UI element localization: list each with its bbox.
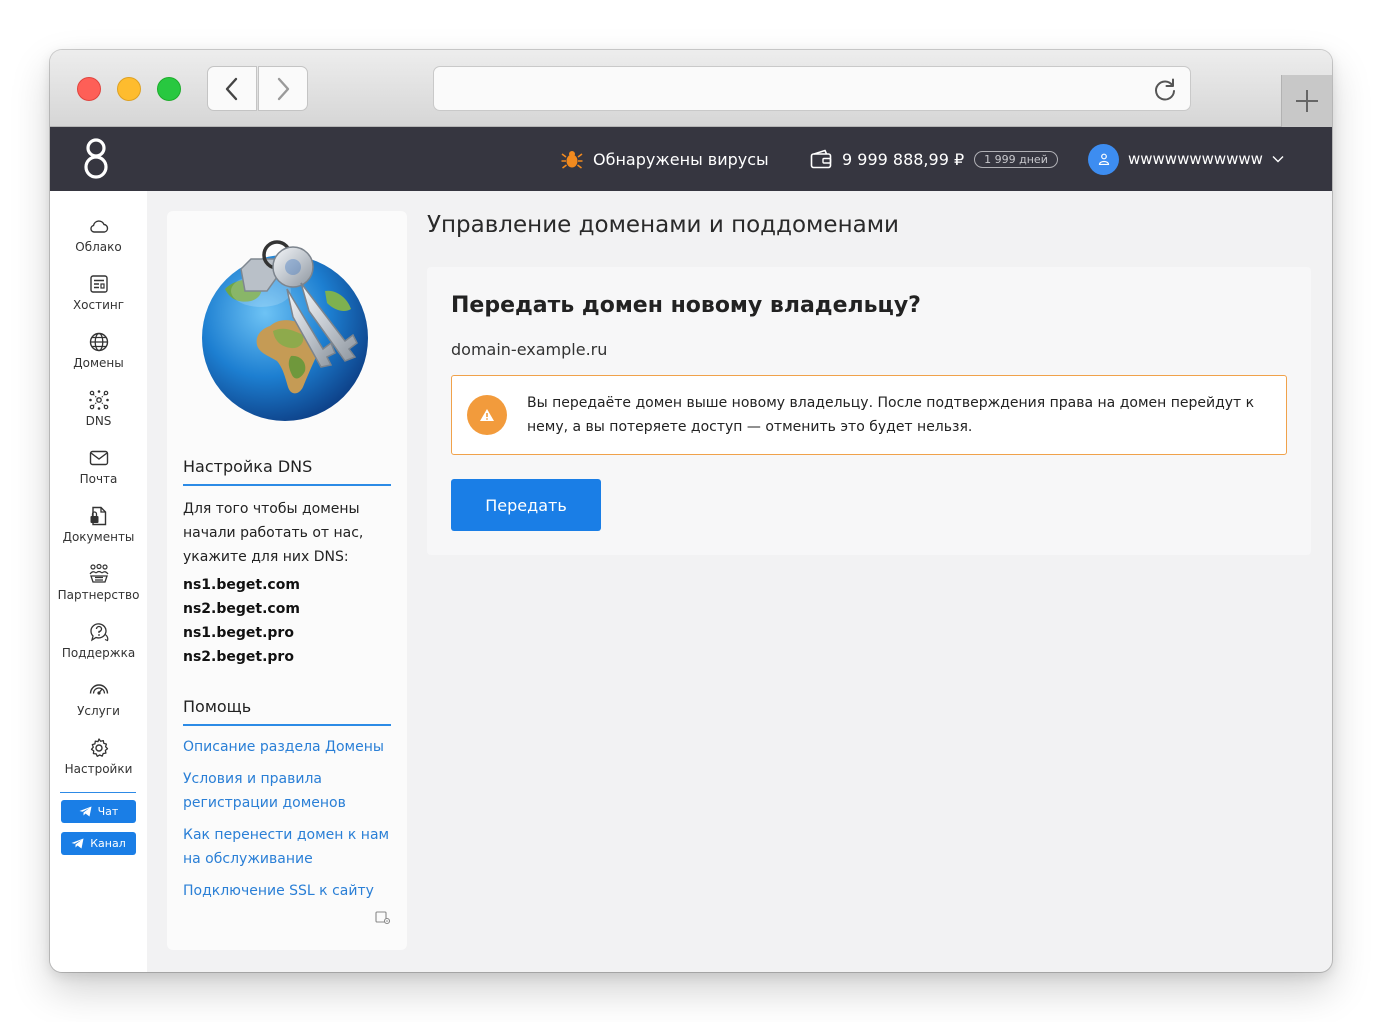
help-link-registration-rules[interactable]: Условия и правила регистрации доменов: [183, 767, 393, 815]
plus-icon: [1296, 90, 1318, 112]
balance-widget[interactable]: 9 999 888,99 ₽ 1 999 дней: [810, 147, 1058, 171]
back-button[interactable]: [207, 66, 257, 111]
close-window-button[interactable]: [77, 77, 101, 101]
globe-with-keys-illustration: [202, 240, 368, 421]
site-header: Обнаружены вирусы 9 999 888,99 ₽ 1 999 д…: [50, 127, 1332, 191]
nameserver-2: ns2.beget.com: [183, 601, 300, 617]
browser-window: Обнаружены вирусы 9 999 888,99 ₽ 1 999 д…: [50, 50, 1332, 972]
beget-logo-icon[interactable]: [80, 137, 112, 181]
balance-amount: 9 999 888,99 ₽: [842, 149, 965, 169]
sidebar-item-label: Хостинг: [72, 298, 125, 312]
domain-name: domain-example.ru: [451, 340, 608, 359]
address-bar[interactable]: [433, 66, 1191, 111]
sidebar-item-label: Домены: [73, 356, 124, 370]
sidebar-nav: Облако Хостинг Домены DNS Почта Документ…: [50, 191, 147, 972]
support-icon: [89, 623, 108, 642]
help-link-ssl[interactable]: Подключение SSL к сайту: [183, 879, 393, 903]
sidebar-item-services[interactable]: Услуги: [50, 679, 147, 735]
services-icon: [89, 684, 108, 695]
warning-text: Вы передаёте домен выше новому владельцу…: [527, 395, 1255, 435]
dns-icon: [88, 390, 109, 410]
reload-icon[interactable]: [1152, 76, 1178, 102]
sidebar-item-label: Почта: [79, 472, 118, 486]
transfer-button[interactable]: Передать: [451, 479, 601, 531]
telegram-icon: [79, 806, 92, 817]
sidebar-item-label: Настройки: [64, 762, 133, 776]
sidebar-item-hosting[interactable]: Хостинг: [50, 273, 147, 329]
mail-icon: [89, 450, 108, 466]
sidebar-item-domains[interactable]: Домены: [50, 331, 147, 387]
dns-instructions: Для того чтобы домены начали работать от…: [183, 501, 364, 565]
sidebar-item-cloud[interactable]: Облако: [50, 215, 147, 271]
gear-icon: [90, 738, 108, 757]
channel-button[interactable]: Канал: [61, 832, 136, 855]
sidebar-item-mail[interactable]: Почта: [50, 447, 147, 503]
globe-icon: [89, 332, 108, 352]
telegram-icon: [71, 838, 84, 849]
wallet-icon: [810, 149, 832, 169]
chat-button[interactable]: Чат: [61, 800, 136, 823]
help-link-transfer-domain[interactable]: Как перенести домен к нам на обслуживани…: [183, 823, 393, 871]
days-remaining-badge: 1 999 дней: [974, 150, 1058, 168]
info-panel: Настройка DNS Для того чтобы домены нача…: [167, 211, 407, 950]
warning-alert: Вы передаёте домен выше новому владельцу…: [451, 375, 1287, 455]
sidebar-item-label: Партнерство: [57, 588, 140, 602]
partners-icon: [89, 563, 108, 583]
virus-alert[interactable]: Обнаружены вирусы: [561, 147, 769, 171]
username: wwwwwwwwwww: [1128, 150, 1263, 168]
chevron-right-icon: [277, 77, 290, 100]
user-menu[interactable]: wwwwwwwwwww: [1088, 143, 1284, 175]
user-icon: [1098, 153, 1109, 165]
panel-settings-icon[interactable]: [375, 911, 391, 925]
sidebar-item-dns[interactable]: DNS: [50, 389, 147, 445]
virus-alert-text: Обнаружены вирусы: [593, 149, 769, 169]
transfer-domain-card: Передать домен новому владельцу? domain-…: [427, 267, 1311, 555]
nameserver-1: ns1.beget.com: [183, 577, 300, 593]
minimize-window-button[interactable]: [117, 77, 141, 101]
hosting-icon: [89, 275, 108, 293]
sidebar-item-support[interactable]: Поддержка: [50, 621, 147, 677]
sidebar-item-label: Облако: [75, 240, 122, 254]
cloud-icon: [89, 220, 108, 233]
nameserver-3: ns1.beget.pro: [183, 625, 294, 641]
bug-icon: [561, 151, 583, 169]
channel-button-label: Канал: [90, 837, 126, 850]
page-title: Управление доменами и поддоменами: [427, 212, 899, 238]
chevron-left-icon: [225, 77, 238, 100]
sidebar-item-label: Документы: [62, 530, 135, 544]
help-section-title: Помощь: [183, 697, 391, 726]
chevron-down-icon: [1272, 156, 1284, 163]
sidebar-item-settings[interactable]: Настройки: [50, 737, 147, 793]
help-link-domains-section[interactable]: Описание раздела Домены: [183, 735, 393, 759]
dns-section-title: Настройка DNS: [183, 457, 391, 486]
sidebar-item-label: DNS: [85, 414, 112, 428]
new-tab-button[interactable]: [1281, 75, 1332, 127]
forward-button[interactable]: [258, 66, 308, 111]
warning-triangle-icon: [480, 409, 494, 421]
sidebar-item-label: Услуги: [77, 704, 120, 718]
avatar: [1088, 143, 1119, 175]
sidebar-item-documents[interactable]: Документы: [50, 505, 147, 561]
sidebar-divider: [60, 792, 136, 793]
transfer-dialog-title: Передать домен новому владельцу?: [451, 293, 921, 318]
sidebar-item-label: Поддержка: [61, 646, 136, 660]
warning-icon: [467, 395, 507, 435]
nameserver-4: ns2.beget.pro: [183, 649, 294, 665]
chat-button-label: Чат: [97, 805, 119, 818]
documents-icon: [90, 506, 106, 526]
sidebar-item-partners[interactable]: Партнерство: [50, 563, 147, 619]
browser-toolbar: [50, 50, 1332, 127]
maximize-window-button[interactable]: [157, 77, 181, 101]
